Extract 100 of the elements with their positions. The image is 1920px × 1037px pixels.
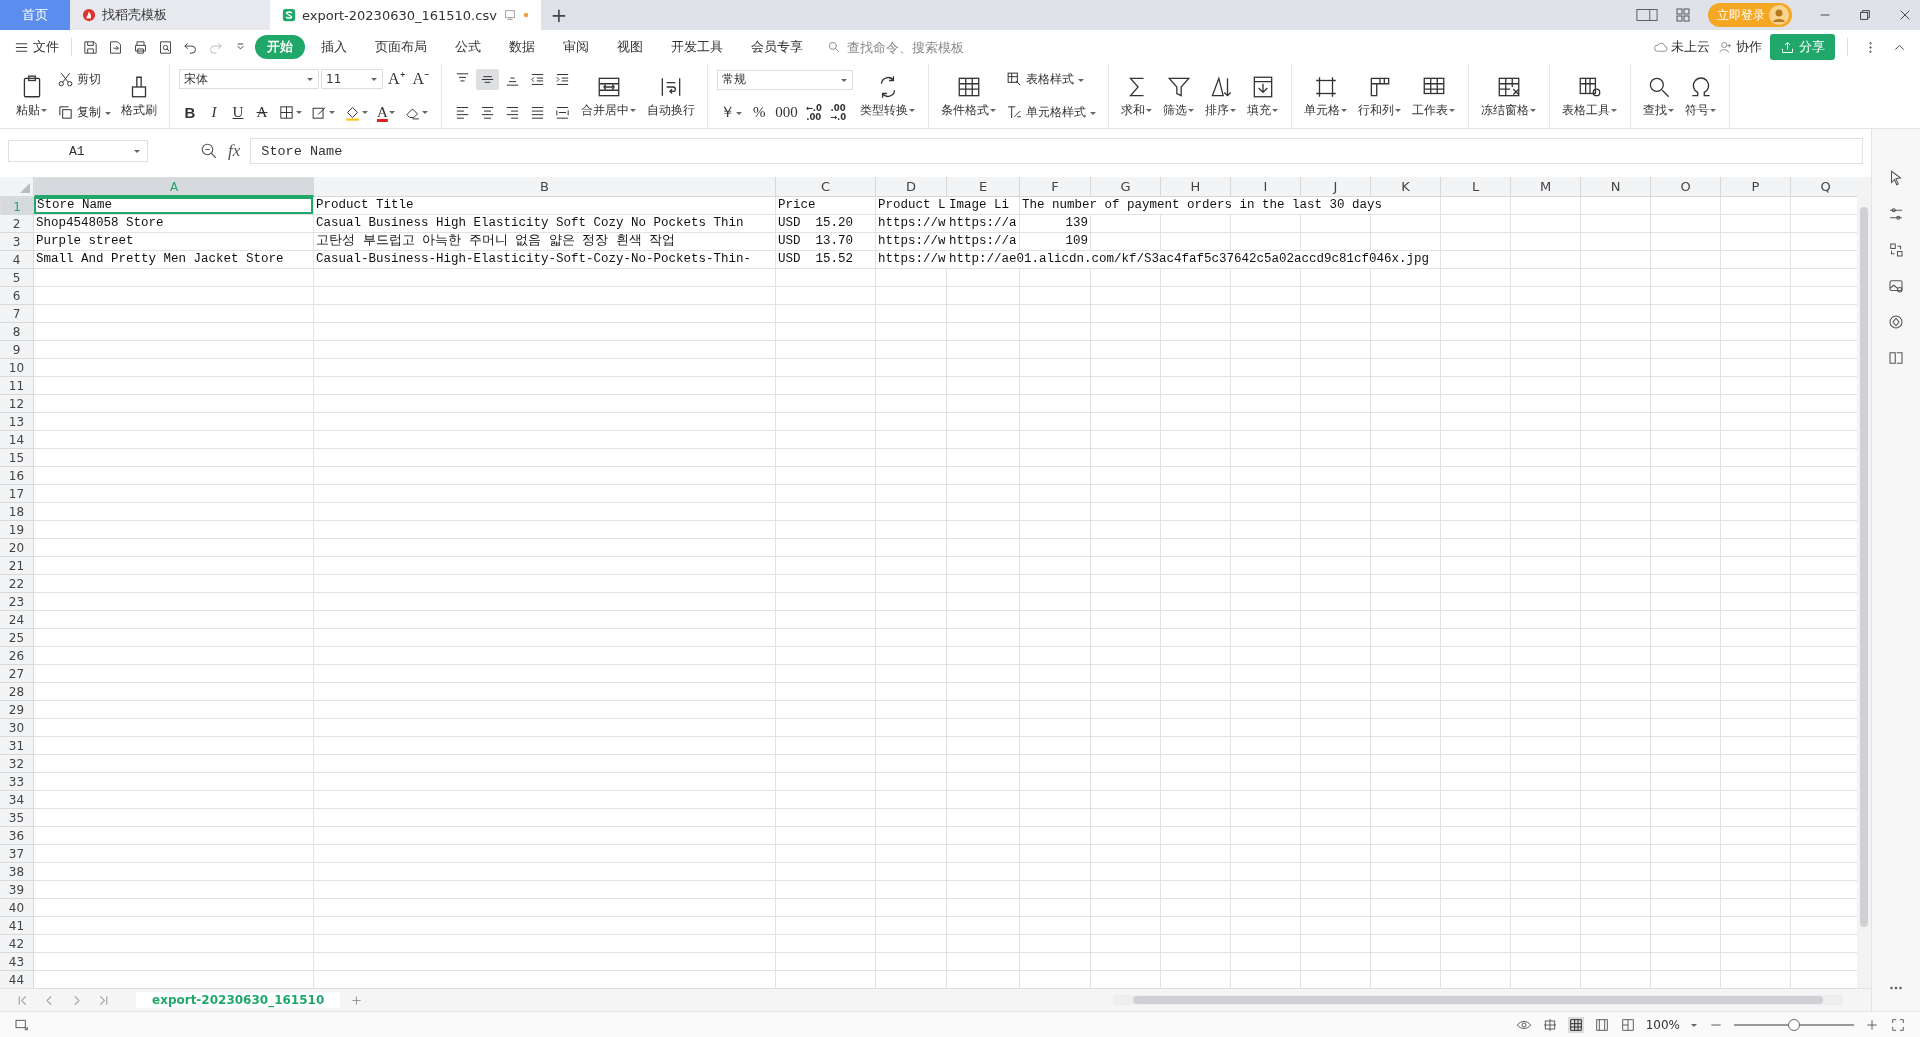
format-button[interactable]: % — [748, 104, 771, 122]
row-header[interactable]: 42 — [0, 935, 34, 953]
close-icon[interactable] — [1898, 8, 1912, 22]
ribbon-button[interactable]: 粘贴 — [13, 71, 51, 121]
cloud-status-button[interactable]: 未上云 — [1653, 38, 1710, 56]
format-button[interactable]: A⁺ — [385, 70, 408, 89]
row-header[interactable]: 30 — [0, 719, 34, 737]
name-box-field[interactable]: A1 — [8, 140, 148, 162]
format-button[interactable]: A — [251, 103, 273, 121]
ribbon-button[interactable]: 合并居中 — [578, 71, 641, 121]
row-header[interactable]: 22 — [0, 575, 34, 593]
compass-icon[interactable] — [1887, 313, 1905, 331]
crosshair-icon[interactable] — [1541, 1016, 1558, 1033]
row-header[interactable]: 16 — [0, 467, 34, 485]
format-button[interactable]: 000 — [772, 104, 801, 122]
ribbon-button[interactable]: 类型转换 — [857, 71, 920, 121]
add-sheet-icon[interactable] — [350, 993, 364, 1007]
row-header[interactable]: 12 — [0, 395, 34, 413]
format-button[interactable]: ￥ — [717, 104, 747, 122]
command-search-field[interactable]: 查找命令、搜索模板 — [827, 38, 1007, 56]
ribbon-tab[interactable]: 审阅 — [551, 35, 601, 59]
ribbon-tab[interactable]: 会员专享 — [739, 35, 815, 59]
ribbon-button[interactable]: 剪切 — [55, 69, 103, 90]
fullscreen-icon[interactable] — [1890, 1016, 1906, 1033]
print-icon[interactable] — [132, 38, 149, 56]
row-header[interactable]: 26 — [0, 647, 34, 665]
restore-icon[interactable] — [1858, 8, 1872, 22]
row-header[interactable]: 34 — [0, 791, 34, 809]
slider-thumb[interactable] — [1788, 1018, 1800, 1031]
ribbon-button[interactable]: 表格工具 — [1559, 71, 1622, 121]
format-button[interactable]: A — [374, 103, 399, 121]
save-icon[interactable] — [82, 38, 99, 56]
format-button[interactable]: B — [179, 103, 201, 121]
format-button[interactable]: A⁻ — [409, 70, 433, 89]
print-preview-icon[interactable] — [157, 38, 174, 56]
row-header[interactable]: 25 — [0, 629, 34, 647]
ribbon-button[interactable]: 工作表 — [1409, 71, 1460, 121]
ribbon-tab[interactable]: 数据 — [497, 35, 547, 59]
row-header[interactable]: 36 — [0, 827, 34, 845]
row-header[interactable]: 20 — [0, 539, 34, 557]
dropdown-field[interactable]: 11 — [321, 69, 383, 90]
export-icon[interactable] — [107, 38, 124, 56]
layout-icon[interactable] — [1636, 7, 1658, 23]
sliders-icon[interactable] — [1887, 205, 1905, 223]
row-header[interactable]: 15 — [0, 449, 34, 467]
row-header[interactable]: 27 — [0, 665, 34, 683]
row-header[interactable]: 33 — [0, 773, 34, 791]
format-button[interactable]: U — [227, 103, 249, 121]
row-header[interactable]: 24 — [0, 611, 34, 629]
dropdown-field[interactable]: 常规 — [717, 69, 854, 90]
collaborate-button[interactable]: 协作 — [1718, 38, 1762, 56]
row-header[interactable]: 44 — [0, 971, 34, 988]
row-header[interactable]: 8 — [0, 323, 34, 341]
ribbon-button[interactable]: 自动换行 — [644, 71, 699, 121]
format-button[interactable]: .00 →.0 — [826, 103, 850, 123]
ribbon-button[interactable]: 复制 — [55, 102, 114, 123]
scrollbar-thumb[interactable] — [1860, 207, 1868, 927]
format-button[interactable]: I — [203, 103, 225, 121]
ribbon-button[interactable]: 表格样式 — [1004, 69, 1088, 90]
zoom-level[interactable]: 100% — [1645, 1017, 1680, 1032]
ribbon-tab[interactable]: 页面布局 — [363, 35, 439, 59]
ribbon-button[interactable]: 格式刷 — [118, 71, 160, 121]
row-header[interactable]: 19 — [0, 521, 34, 539]
ribbon-button[interactable]: 查找 — [1640, 71, 1679, 121]
row-header[interactable]: 2 — [0, 215, 34, 233]
ribbon-button[interactable]: 单元格样式 — [1004, 102, 1100, 123]
ribbon-tab[interactable]: 公式 — [443, 35, 493, 59]
ribbon-tab[interactable]: 视图 — [605, 35, 655, 59]
row-header[interactable]: 18 — [0, 503, 34, 521]
ribbon-button[interactable]: 行和列 — [1355, 71, 1406, 121]
row-header[interactable]: 43 — [0, 953, 34, 971]
ribbon-tab[interactable]: 开发工具 — [659, 35, 735, 59]
zoom-icon[interactable] — [200, 142, 218, 160]
horizontal-scrollbar[interactable] — [1113, 995, 1843, 1005]
scrollbar-thumb[interactable] — [1133, 996, 1823, 1004]
format-button[interactable]: ←.0 .00 — [802, 103, 825, 123]
function-label[interactable]: fx — [228, 141, 241, 161]
book-icon[interactable] — [1887, 349, 1905, 367]
ribbon-button[interactable]: 求和 — [1118, 71, 1157, 121]
row-header[interactable]: 3 — [0, 233, 34, 251]
formula-field[interactable]: Store Name — [250, 138, 1863, 164]
document-tab[interactable]: export-20230630_161510.csv — [270, 0, 541, 30]
transform-icon[interactable] — [1887, 241, 1905, 259]
row-header[interactable]: 31 — [0, 737, 34, 755]
row-header[interactable]: 32 — [0, 755, 34, 773]
file-menu-button[interactable]: 文件 — [10, 38, 63, 56]
page-layout-icon[interactable] — [1593, 1016, 1610, 1033]
row-header[interactable]: 28 — [0, 683, 34, 701]
document-tab[interactable]: 找稻壳模板 — [70, 0, 270, 30]
row-header[interactable]: 14 — [0, 431, 34, 449]
ribbon-button[interactable]: 符号 — [1682, 71, 1721, 121]
row-header[interactable]: 17 — [0, 485, 34, 503]
dropdown-field[interactable]: 宋体 — [179, 69, 319, 90]
row-header[interactable]: 21 — [0, 557, 34, 575]
ribbon-tab[interactable]: 插入 — [309, 35, 359, 59]
image-settings-icon[interactable] — [1887, 277, 1905, 295]
align-middle-button[interactable] — [476, 69, 500, 90]
row-header[interactable]: 13 — [0, 413, 34, 431]
row-header[interactable]: 11 — [0, 377, 34, 395]
row-header[interactable]: 7 — [0, 305, 34, 323]
